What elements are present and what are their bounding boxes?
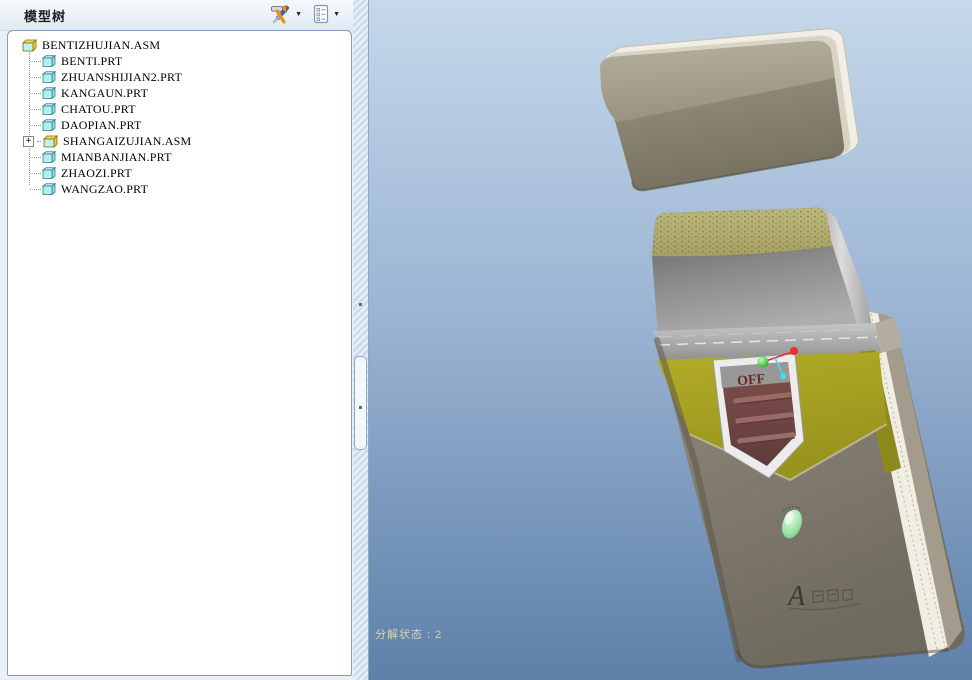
- model-tree-panel: BENTIZHUJIAN.ASM BENTI.PRT ZHUANSHIJIAN2…: [7, 30, 352, 676]
- tree-connector: [30, 108, 41, 110]
- part-icon: [42, 183, 56, 195]
- part-icon: [42, 151, 56, 163]
- tools-icon: [270, 4, 292, 25]
- tree-item[interactable]: ZHAOZI.PRT: [8, 165, 351, 181]
- explode-state-status: 分解状态 : 2: [375, 629, 443, 641]
- tree-item-root[interactable]: BENTIZHUJIAN.ASM: [8, 37, 351, 53]
- tree-item-label: SHANGAIZUJIAN.ASM: [63, 133, 192, 148]
- tree-item-label: KANGAUN.PRT: [61, 85, 149, 100]
- tree-item[interactable]: ZHUANSHIJIAN2.PRT: [8, 69, 351, 85]
- model-tree: BENTIZHUJIAN.ASM BENTI.PRT ZHUANSHIJIAN2…: [8, 31, 351, 197]
- tree-item-label: WANGZAO.PRT: [61, 181, 149, 196]
- part-icon: [42, 55, 56, 67]
- model-tree-header: 模型树 ▼ ▼: [0, 0, 353, 31]
- assembly-icon: [21, 38, 37, 52]
- tree-connector: [37, 140, 41, 142]
- dropdown-arrow-icon[interactable]: ▼: [333, 10, 340, 20]
- tree-item-label: ZHUANSHIJIAN2.PRT: [61, 69, 183, 84]
- expand-plus-icon[interactable]: +: [23, 136, 34, 147]
- tree-item[interactable]: CHATOU.PRT: [8, 101, 351, 117]
- part-icon: [42, 167, 56, 179]
- shaver-3d-model: OFF A: [600, 28, 965, 669]
- part-icon: [42, 87, 56, 99]
- tree-item-label: MIANBANJIAN.PRT: [61, 149, 172, 164]
- tree-item-label: BENTI.PRT: [61, 53, 123, 68]
- part-icon: [42, 119, 56, 131]
- tree-item-label: BENTIZHUJIAN.ASM: [42, 37, 161, 52]
- part-icon: [42, 103, 56, 115]
- tree-item-subassembly[interactable]: + SHANGAIZUJIAN.ASM: [8, 133, 351, 149]
- tree-item[interactable]: DAOPIAN.PRT: [8, 117, 351, 133]
- splitter-handle[interactable]: [354, 356, 367, 450]
- splitter-dot: [359, 303, 362, 306]
- tree-connector: [30, 188, 41, 190]
- panel-splitter[interactable]: [353, 0, 368, 680]
- splitter-dot: [359, 406, 362, 409]
- tree-item[interactable]: BENTI.PRT: [8, 53, 351, 69]
- part-icon: [42, 71, 56, 83]
- tree-item[interactable]: MIANBANJIAN.PRT: [8, 149, 351, 165]
- shaver-foil: [652, 207, 832, 257]
- switch-label: OFF: [737, 372, 766, 389]
- logo-letter: A: [786, 581, 806, 612]
- shaver-cap-part[interactable]: [600, 28, 859, 192]
- tree-item-label: ZHAOZI.PRT: [61, 165, 132, 180]
- tree-display-settings-icon: [312, 4, 330, 25]
- tree-connector: [30, 92, 41, 94]
- dropdown-arrow-icon[interactable]: ▼: [295, 10, 302, 20]
- assembly-icon: [42, 134, 58, 148]
- tree-connector: [30, 76, 41, 78]
- tree-connector: [30, 172, 41, 174]
- tree-filters-button[interactable]: ▼: [267, 2, 305, 27]
- tree-connector: [30, 60, 41, 62]
- tree-settings-button[interactable]: ▼: [309, 2, 343, 27]
- tree-connector: [30, 124, 41, 126]
- tree-item[interactable]: KANGAUN.PRT: [8, 85, 351, 101]
- tree-connector: [30, 156, 41, 158]
- tree-toolbar: ▼ ▼: [267, 2, 343, 27]
- graphics-viewport[interactable]: OFF A 分解状态: 2: [368, 0, 972, 680]
- panel-title: 模型树: [24, 8, 67, 24]
- tree-item[interactable]: WANGZAO.PRT: [8, 181, 351, 197]
- tree-item-label: CHATOU.PRT: [61, 101, 136, 116]
- shaver-body-part[interactable]: OFF A: [652, 207, 965, 669]
- tree-item-label: DAOPIAN.PRT: [61, 117, 142, 132]
